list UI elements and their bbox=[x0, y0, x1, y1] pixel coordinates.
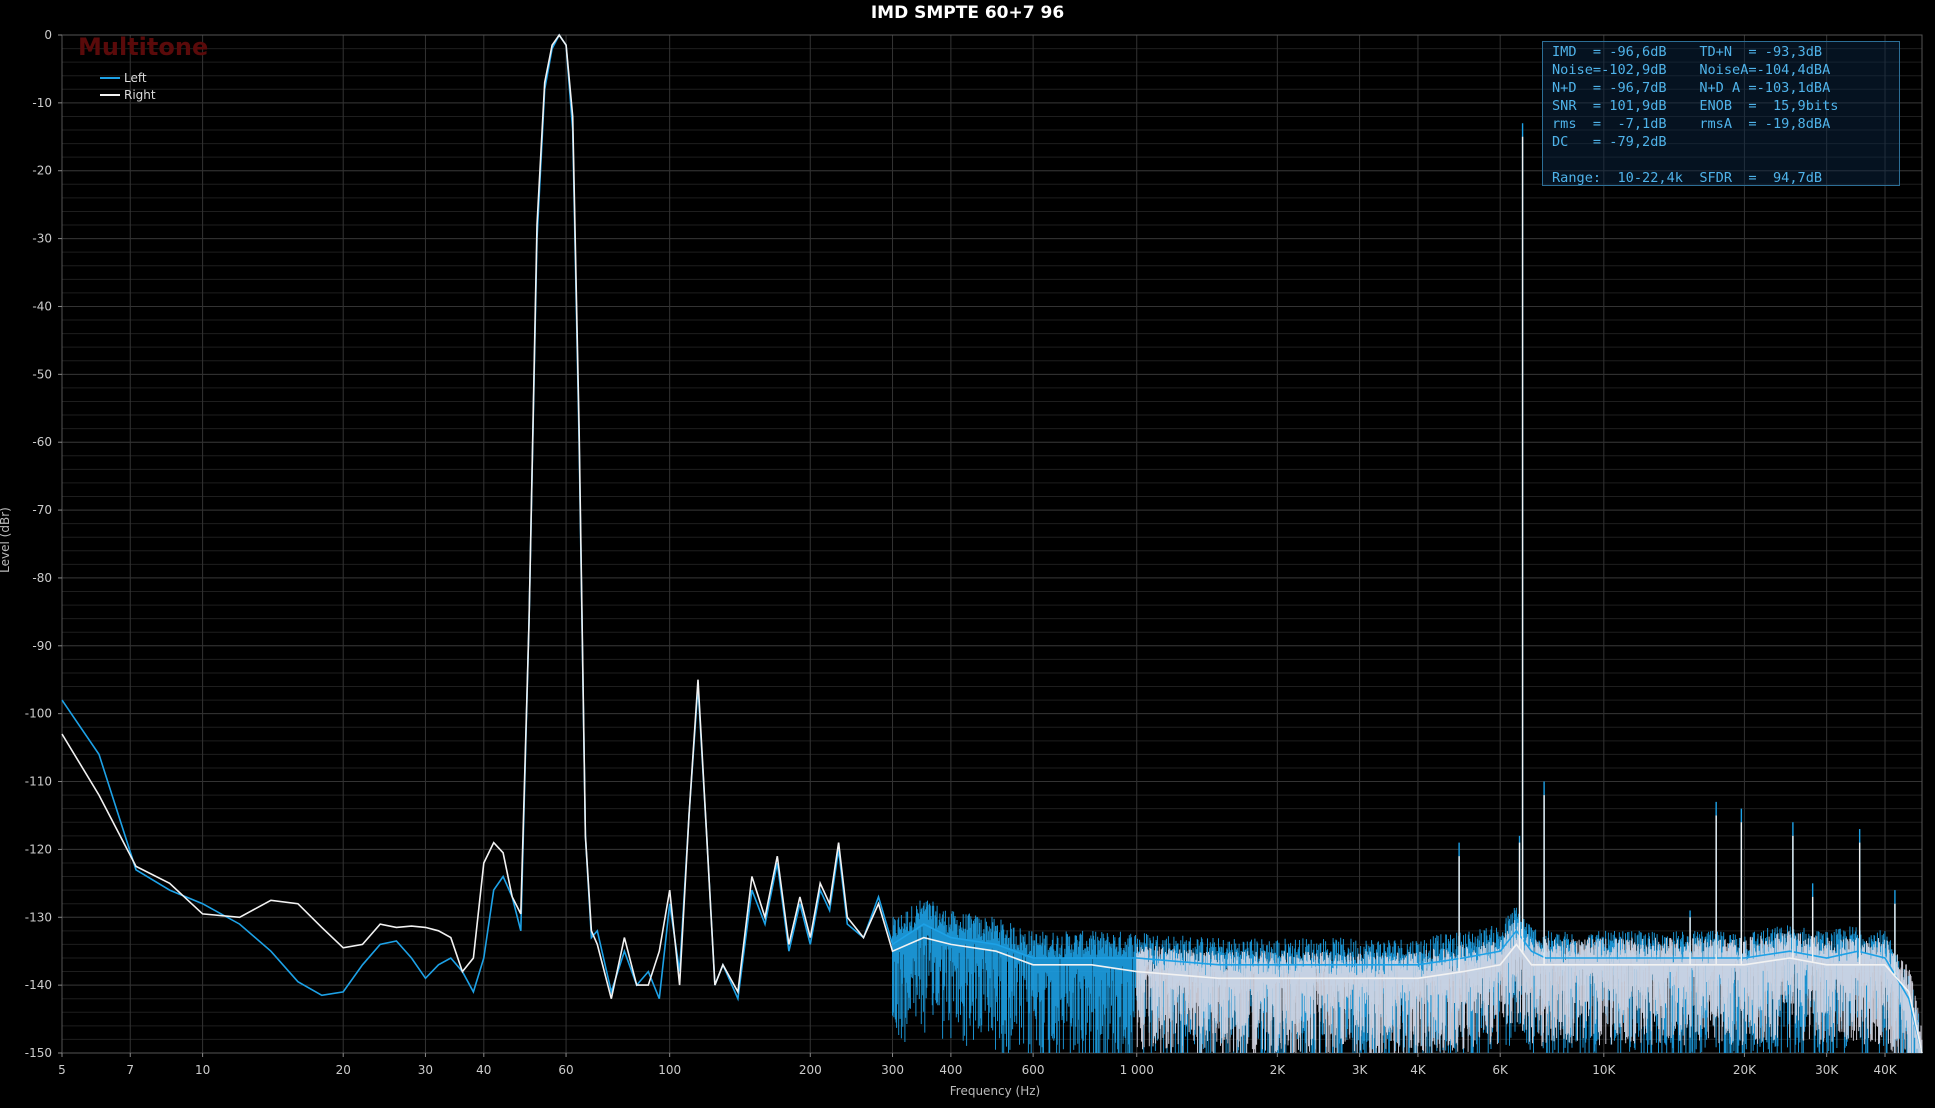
y-tick-label: -50 bbox=[32, 367, 52, 381]
legend-item-right[interactable]: Right bbox=[100, 86, 156, 103]
x-tick-label: 40K bbox=[1873, 1063, 1897, 1077]
legend-swatch-left bbox=[100, 76, 120, 79]
legend: Left Right bbox=[100, 69, 156, 103]
x-axis-ticks: 5 7 10 20 30 40 60 100 200 300 400 600 1 000 2K 3K 4K 6K… bbox=[58, 1053, 1898, 1077]
y-axis-label: Level (dBr) bbox=[0, 507, 12, 573]
legend-label-left: Left bbox=[124, 70, 147, 85]
legend-item-left[interactable]: Left bbox=[100, 69, 156, 86]
x-axis-label: Frequency (Hz) bbox=[949, 1084, 1041, 1098]
series-line-right bbox=[61, 33, 1923, 1054]
stat-line: Noise=-102,9dB NoiseA=-104,4dBA bbox=[1552, 62, 1831, 78]
x-tick-label: 30 bbox=[418, 1063, 433, 1077]
brand-logo: Multitone bbox=[78, 33, 209, 61]
x-tick-label: 20K bbox=[1733, 1063, 1757, 1077]
y-tick-label: -70 bbox=[32, 503, 52, 517]
x-tick-label: 2K bbox=[1270, 1063, 1287, 1077]
minor-grid bbox=[62, 34, 1922, 1054]
y-axis-ticks: 0 -10 -20 -30 -40 -50 -60 -70 -80 -90 -100 -110 -120… bbox=[25, 28, 62, 1060]
x-tick-label: 600 bbox=[1022, 1063, 1045, 1077]
plot-frame bbox=[61, 34, 1923, 1054]
y-tick-label: -90 bbox=[32, 639, 52, 653]
series-group bbox=[61, 33, 1923, 1054]
stat-line: SNR = 101,9dB ENOB = 15,9bits bbox=[1552, 98, 1839, 114]
y-tick-label: 0 bbox=[44, 28, 52, 42]
stat-line: N+D = -96,7dB N+D A =-103,1dBA bbox=[1552, 80, 1831, 96]
x-tick-label: 30K bbox=[1815, 1063, 1839, 1077]
stat-line: DC = -79,2dB bbox=[1552, 134, 1667, 150]
y-tick-label: -10 bbox=[32, 96, 52, 110]
x-tick-label: 100 bbox=[658, 1063, 681, 1077]
stat-line: rms = -7,1dB rmsA = -19,8dBA bbox=[1552, 116, 1831, 132]
noise-floor bbox=[892, 900, 1923, 1053]
x-tick-label: 5 bbox=[58, 1063, 66, 1077]
y-tick-label: -130 bbox=[25, 910, 52, 924]
stat-line: Range: 10-22,4k SFDR = 94,7dB bbox=[1552, 170, 1823, 186]
x-tick-label: 400 bbox=[939, 1063, 962, 1077]
x-tick-label: 6K bbox=[1492, 1063, 1509, 1077]
y-tick-label: -150 bbox=[25, 1046, 52, 1060]
x-tick-label: 60 bbox=[558, 1063, 573, 1077]
y-tick-label: -60 bbox=[32, 435, 52, 449]
x-tick-label: 40 bbox=[476, 1063, 491, 1077]
x-tick-label: 300 bbox=[881, 1063, 904, 1077]
major-grid bbox=[61, 34, 1922, 1054]
x-tick-label: 4K bbox=[1410, 1063, 1427, 1077]
y-tick-label: -120 bbox=[25, 842, 52, 856]
series-line-left bbox=[61, 33, 1923, 1054]
stats-panel: IMD = -96,6dB TD+N = -93,3dB Noise=-102,… bbox=[1542, 41, 1900, 186]
y-tick-label: -110 bbox=[25, 775, 52, 789]
y-tick-label: -30 bbox=[32, 232, 52, 246]
x-tick-label: 1 000 bbox=[1120, 1063, 1154, 1077]
x-tick-label: 3K bbox=[1352, 1063, 1369, 1077]
x-tick-label: 7 bbox=[126, 1063, 134, 1077]
y-tick-label: -140 bbox=[25, 978, 52, 992]
legend-label-right: Right bbox=[124, 87, 156, 102]
y-tick-label: -100 bbox=[25, 707, 52, 721]
x-tick-label: 20 bbox=[336, 1063, 351, 1077]
x-tick-label: 10 bbox=[195, 1063, 210, 1077]
x-tick-label: 10K bbox=[1592, 1063, 1616, 1077]
stat-line: IMD = -96,6dB TD+N = -93,3dB bbox=[1552, 44, 1823, 60]
y-tick-label: -20 bbox=[32, 164, 52, 178]
legend-swatch-right bbox=[100, 93, 120, 96]
x-tick-label: 200 bbox=[799, 1063, 822, 1077]
y-tick-label: -80 bbox=[32, 571, 52, 585]
y-tick-label: -40 bbox=[32, 299, 52, 313]
